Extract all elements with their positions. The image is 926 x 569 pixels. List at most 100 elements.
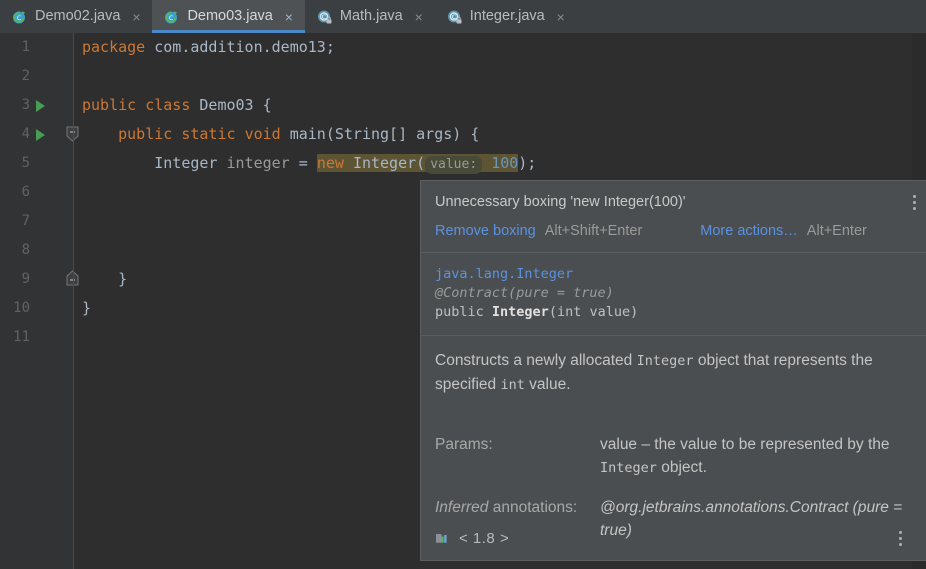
keyword-package: package [82, 38, 146, 56]
popup-footer: < 1.8 > [421, 516, 926, 560]
more-actions-shortcut: Alt+Enter [806, 223, 867, 239]
popup-header: Unnecessary boxing 'new Integer(100)' Re… [421, 181, 926, 252]
idea-editor-window: C Demo02.java × C Demo03.java × C Math.j… [0, 0, 926, 569]
description-part1: Constructs a newly allocated [435, 352, 637, 369]
editor-tab-math[interactable]: C Math.java × [304, 0, 435, 33]
gutter-line: 8 [0, 236, 74, 265]
line-number: 11 [13, 329, 30, 345]
keyword-new: new [316, 154, 344, 172]
gutter-line: 7 [0, 207, 74, 236]
line-number: 10 [13, 300, 30, 316]
svg-text:C: C [322, 13, 327, 21]
params-value-code: Integer [600, 460, 657, 476]
signature-modifier: public [435, 304, 492, 320]
close-icon[interactable]: × [283, 10, 295, 24]
line-number: 1 [21, 39, 30, 55]
description-code-integer: Integer [636, 353, 694, 369]
inspection-popup[interactable]: Unnecessary boxing 'new Integer(100)' Re… [420, 180, 926, 561]
editor-tab-integer[interactable]: C Integer.java × [434, 0, 577, 33]
code-line-3: public class Demo03 { [74, 91, 912, 120]
parameter-hint-value[interactable]: value: [425, 156, 483, 174]
method-name-main: main [289, 125, 326, 143]
package-name: com.addition.demo13; [154, 38, 335, 56]
signature-fqn: java.lang.Integer [435, 266, 574, 282]
run-class-icon[interactable] [36, 100, 45, 112]
gutter-line: 4 [0, 120, 79, 149]
params-row: Params: value – the value to be represen… [435, 433, 912, 480]
editor-tab-demo03[interactable]: C Demo03.java × [152, 0, 306, 33]
keyword-void: void [244, 125, 281, 143]
gutter-line: 3 [0, 91, 74, 120]
java-class-icon: C [164, 9, 180, 25]
inspection-title: Unnecessary boxing 'new Integer(100)' [435, 194, 686, 210]
type-integer: Integer [154, 154, 218, 172]
keyword-public: public [118, 125, 173, 143]
variable-integer: integer [226, 154, 290, 172]
java-class-readonly-icon: C [317, 9, 333, 25]
keyword-static: static [181, 125, 236, 143]
java-class-icon: C [12, 9, 28, 25]
description-part3: value. [524, 376, 571, 393]
line-number: 2 [21, 68, 30, 84]
assign-operator: = [298, 154, 308, 172]
line-number: 3 [21, 97, 30, 113]
editor-tab-demo02[interactable]: C Demo02.java × [0, 0, 153, 33]
keyword-class: class [145, 96, 191, 114]
line-number: 6 [21, 184, 30, 200]
popup-signature: java.lang.Integer @Contract(pure = true)… [421, 253, 926, 335]
gutter-line: 6 [0, 178, 74, 207]
remove-boxing-shortcut: Alt+Shift+Enter [544, 223, 643, 239]
keyword-public: public [82, 96, 137, 114]
signature-params: (int value) [548, 304, 639, 320]
statement-end: ); [518, 154, 537, 172]
jdk-version-label: < 1.8 > [459, 529, 510, 547]
close-icon[interactable]: × [130, 10, 142, 24]
gutter-line: 11 [0, 323, 74, 352]
signature-declaration: public Integer(int value) [435, 303, 912, 322]
params-value-part2: object. [656, 459, 707, 476]
tab-label: Demo03.java [187, 8, 273, 25]
popup-description: Constructs a newly allocated Integer obj… [421, 336, 926, 403]
java-class-readonly-icon: C [447, 9, 463, 25]
code-line-5: Integer integer = new Integer(value: 100… [74, 149, 912, 178]
more-actions-link[interactable]: More actions… [700, 223, 798, 239]
params-value-part1: value – the value to be represented by t… [600, 436, 890, 453]
params-label: Params: [435, 436, 493, 453]
literal-100: 100 [491, 154, 519, 172]
gutter-line: 1 [0, 33, 74, 62]
editor-tab-bar: C Demo02.java × C Demo03.java × C Math.j… [0, 0, 926, 33]
description-code-int: int [500, 377, 525, 393]
gutter-line: 2 [0, 62, 74, 91]
run-method-icon[interactable] [36, 129, 45, 141]
tab-label: Integer.java [469, 8, 545, 25]
module-library-icon [435, 530, 451, 546]
line-number: 9 [21, 271, 30, 287]
closing-brace: } [82, 299, 92, 317]
method-params: (String[] args) { [325, 125, 480, 143]
svg-text:C: C [451, 13, 456, 21]
close-icon[interactable]: × [413, 10, 425, 24]
inferred-label-italic: Inferred [435, 499, 489, 516]
close-icon[interactable]: × [555, 10, 567, 24]
code-line-1: package com.addition.demo13; [74, 33, 912, 62]
gutter-line: 10 [0, 294, 74, 323]
inferred-label-rest: annotations: [488, 499, 578, 516]
svg-text:C: C [169, 14, 174, 22]
constructor-integer: Integer( [352, 154, 426, 172]
params-value: value – the value to be represented by t… [600, 433, 912, 480]
svg-text:C: C [17, 14, 22, 22]
tab-label: Demo02.java [35, 8, 121, 25]
code-line-4: public static void main(String[] args) { [74, 120, 912, 149]
line-number: 7 [21, 213, 30, 229]
popup-action-row: Remove boxing Alt+Shift+Enter More actio… [435, 223, 912, 239]
line-number: 5 [21, 155, 30, 171]
gutter-line: 5 [0, 149, 74, 178]
editor-gutter[interactable]: 1 2 3 4 5 6 7 8 9 10 11 [0, 33, 79, 569]
kebab-menu-icon[interactable] [913, 195, 916, 210]
footer-kebab-menu-icon[interactable] [899, 530, 902, 546]
class-name: Demo03 { [199, 96, 272, 114]
gutter-line: 9 [0, 265, 79, 294]
remove-boxing-link[interactable]: Remove boxing [435, 223, 536, 239]
tab-label: Math.java [339, 8, 403, 25]
